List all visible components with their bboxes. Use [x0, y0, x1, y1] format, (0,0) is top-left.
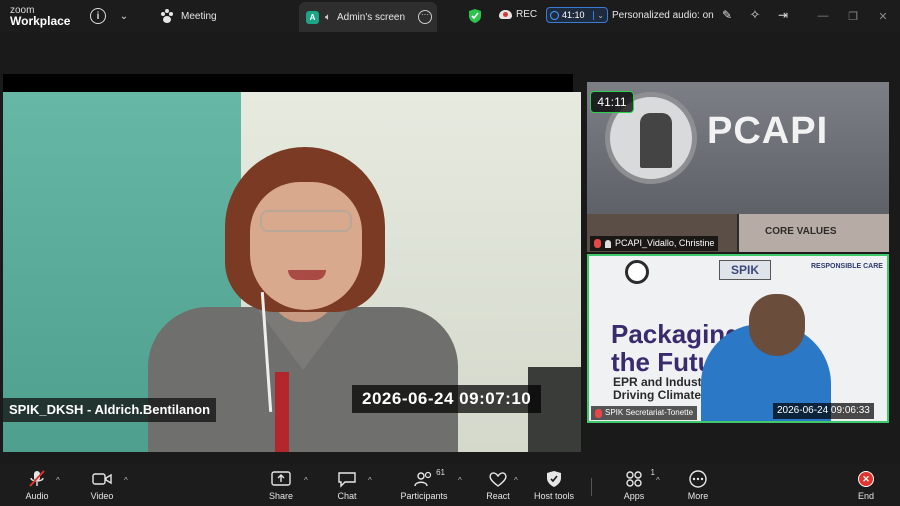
personalized-audio-status[interactable]: Personalized audio: on — [612, 10, 714, 21]
zoom-logo: zoom Workplace — [0, 5, 80, 27]
participant-tile-2-active-speaker[interactable]: SPIK RESPONSIBLE CARE Packaging the Futu… — [587, 254, 889, 423]
annotate-pen-icon[interactable]: ✎ — [720, 8, 734, 22]
main-video-timestamp: 2026-06-24 09:07:10 — [352, 385, 542, 413]
tab-meeting[interactable]: Meeting — [150, 0, 227, 32]
chat-bubble-icon — [338, 472, 356, 488]
participants-icon: 61 — [413, 468, 445, 488]
audio-options-chevron-icon[interactable]: ^ — [56, 476, 60, 485]
title-bar: zoom Workplace i ⌄ Meeting A 🔈︎ Admin's … — [0, 0, 900, 32]
tab-admin-screen-label: Admin's screen — [337, 11, 406, 23]
pin-icon — [605, 239, 611, 248]
end-meeting-button[interactable]: ✕ End — [838, 470, 894, 501]
toolbar-divider — [591, 478, 592, 496]
video-camera-icon — [92, 473, 112, 485]
participants-button[interactable]: 61 Participants — [396, 468, 452, 501]
info-icon[interactable]: i — [90, 8, 106, 24]
avatar: A — [306, 10, 319, 24]
video-label: Video — [90, 491, 114, 501]
clock-icon — [550, 10, 559, 20]
shield-icon — [547, 471, 561, 487]
end-label: End — [857, 491, 874, 501]
participants-label: Participants — [400, 491, 448, 501]
share-button[interactable]: Share — [253, 470, 309, 501]
participants-count: 61 — [436, 468, 445, 477]
restore-icon[interactable]: ❐ — [845, 8, 861, 24]
share-screen-icon — [271, 471, 291, 486]
tile-1-name-text: PCAPI_Vidallo, Christine — [615, 238, 715, 248]
tile-1-participant-name: PCAPI_Vidallo, Christine — [590, 236, 719, 251]
paw-icon — [160, 9, 174, 23]
cloud-record-icon — [499, 10, 512, 19]
tile-2-participant-name: SPIK Secretariat-Tonette — [591, 406, 698, 420]
more-options-icon[interactable]: ··· — [418, 10, 432, 24]
close-icon[interactable]: ✕ — [875, 8, 891, 24]
heart-react-icon — [489, 472, 507, 487]
apps-button[interactable]: 1 Apps — [606, 468, 662, 501]
chevron-down-icon[interactable]: ⌄ — [593, 10, 607, 20]
logo-bottom-text: Workplace — [10, 14, 71, 28]
chat-label: Chat — [337, 491, 357, 501]
apps-options-chevron-icon[interactable]: ^ — [656, 476, 660, 485]
tile-2-timestamp: 2026-06-24 09:06:33 — [773, 403, 874, 419]
seal-logo — [625, 260, 649, 284]
apps-count: 1 — [650, 468, 655, 477]
minimize-icon[interactable]: — — [815, 8, 831, 24]
mic-muted-icon — [595, 408, 602, 418]
chat-button[interactable]: Chat — [319, 470, 375, 501]
react-options-chevron-icon[interactable]: ^ — [514, 476, 518, 485]
ai-companion-icon[interactable]: ✧ — [748, 7, 762, 23]
rec-label: REC — [516, 9, 538, 20]
chevron-down-icon[interactable]: ⌄ — [117, 8, 131, 24]
apps-label: Apps — [623, 491, 645, 501]
audio-label: Audio — [25, 491, 49, 501]
rc-line-1: RESPONSIBLE CARE — [811, 263, 883, 270]
chat-options-chevron-icon[interactable]: ^ — [368, 476, 372, 485]
more-button[interactable]: More — [670, 470, 726, 501]
host-tools-button[interactable]: Host tools — [526, 470, 582, 501]
mic-muted-icon — [29, 470, 45, 487]
security-shield-icon[interactable] — [468, 8, 482, 24]
recording-indicator[interactable]: REC — [499, 9, 537, 20]
pcapi-wall-text: PCAPI — [707, 110, 829, 152]
host-tools-label: Host tools — [533, 491, 575, 501]
tab-admin-screen[interactable]: A 🔈︎ Admin's screen ··· — [299, 2, 437, 32]
core-values-text: CORE VALUES — [765, 226, 837, 237]
meeting-toolbar: Audio ^ Video ^ Share ^ Chat ^ 61 Partic… — [0, 464, 900, 506]
more-dots-icon — [689, 470, 707, 488]
react-button[interactable]: React — [470, 470, 526, 501]
video-button[interactable]: Video — [74, 470, 130, 501]
tab-meeting-label: Meeting — [181, 10, 217, 22]
meeting-timer-value: 41:10 — [562, 10, 585, 20]
tile-timer: 41:11 — [590, 91, 634, 113]
end-call-icon: ✕ — [858, 471, 874, 487]
video-options-chevron-icon[interactable]: ^ — [124, 476, 128, 485]
video-stage: SPIK_DKSH - Aldrich.Bentilanon 2026-06-2… — [0, 32, 900, 464]
apps-icon: 1 — [623, 468, 655, 488]
tile-2-name-text: SPIK Secretariat-Tonette — [605, 408, 694, 417]
react-label: React — [486, 491, 510, 501]
exit-fullscreen-icon[interactable]: ⇥ — [776, 8, 790, 22]
audio-button[interactable]: Audio — [9, 470, 65, 501]
main-participant-name: SPIK_DKSH - Aldrich.Bentilanon — [3, 398, 217, 422]
meeting-timer[interactable]: 41:10 ⌄ — [546, 7, 608, 23]
mic-muted-icon — [594, 239, 601, 248]
share-label: Share — [268, 491, 294, 501]
speaker-icon: 🔈︎ — [325, 11, 331, 23]
share-options-chevron-icon[interactable]: ^ — [304, 476, 308, 485]
more-label: More — [687, 491, 709, 501]
responsible-care-logo: RESPONSIBLE CARE — [811, 262, 883, 271]
participants-options-chevron-icon[interactable]: ^ — [458, 476, 462, 485]
spik-logo: SPIK — [719, 260, 771, 280]
